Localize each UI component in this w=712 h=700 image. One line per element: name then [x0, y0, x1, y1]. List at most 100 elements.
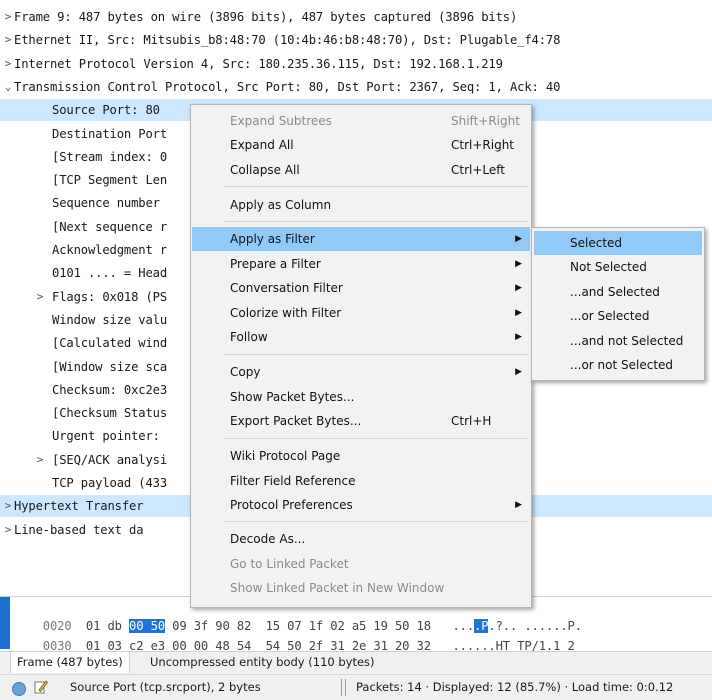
expand-down-icon[interactable]: ⌄: [3, 76, 13, 98]
bytes-tabs: Frame (487 bytes) Uncompressed entity bo…: [0, 651, 712, 674]
menu-item-wiki-protocol-page[interactable]: Wiki Protocol Page: [192, 444, 530, 468]
menu-item-follow[interactable]: Follow ▶: [192, 325, 530, 349]
menu-item-apply-as-filter[interactable]: Apply as Filter ▶: [192, 227, 530, 251]
menu-item-expand-all[interactable]: Expand All Ctrl+Right: [192, 133, 530, 157]
menu-item-copy[interactable]: Copy ▶: [192, 360, 530, 384]
tree-row-text: Window size valu: [52, 312, 167, 327]
tree-row-text: Source Port: 80: [52, 103, 160, 118]
menu-item-label: Prepare a Filter: [230, 257, 321, 271]
menu-item-label: Protocol Preferences: [230, 498, 353, 512]
menu-item-label: Show Packet Bytes...: [230, 390, 355, 404]
tree-row-text: Line-based text da: [14, 522, 144, 537]
submenu-item-label: ...or not Selected: [570, 358, 674, 372]
tree-row[interactable]: > Internet Protocol Version 4, Src: 180.2…: [0, 53, 712, 75]
tree-row-text: [TCP Segment Len: [52, 173, 167, 188]
menu-item-filter-field-reference[interactable]: Filter Field Reference: [192, 469, 530, 493]
menu-item-label: Expand Subtrees: [230, 114, 332, 128]
tab-uncompressed-entity-body[interactable]: Uncompressed entity body (110 bytes): [144, 652, 381, 673]
menu-item-shortcut: Ctrl+H: [451, 414, 492, 428]
edit-comment-icon[interactable]: [34, 679, 48, 695]
menu-item-go-to-linked-packet[interactable]: Go to Linked Packet: [192, 552, 530, 576]
expert-info-icon[interactable]: [12, 682, 26, 696]
submenu-item-and-selected[interactable]: ...and Selected: [534, 280, 702, 304]
bytes-pane-marker: [0, 597, 10, 649]
menu-item-shortcut: Ctrl+Left: [451, 163, 505, 177]
menu-item-shortcut: Shift+Right: [451, 114, 520, 128]
menu-item-expand-subtrees[interactable]: Expand Subtrees Shift+Right: [192, 109, 530, 133]
submenu-item-selected[interactable]: Selected: [534, 231, 702, 255]
menu-item-label: Follow: [230, 330, 268, 344]
chevron-right-icon[interactable]: >: [3, 53, 13, 75]
chevron-right-icon[interactable]: >: [3, 6, 13, 28]
tree-row[interactable]: ⌄ Transmission Control Protocol, Src Port…: [0, 76, 712, 98]
tree-row[interactable]: > Frame 9: 487 bytes on wire (3896 bits),…: [0, 6, 712, 28]
chevron-right-icon[interactable]: >: [35, 449, 45, 471]
apply-as-filter-submenu: Selected Not Selected ...and Selected ..…: [531, 227, 705, 381]
menu-item-label: Apply as Column: [230, 198, 332, 212]
chevron-right-icon[interactable]: >: [3, 495, 13, 517]
tree-row-text: Internet Protocol Version 4, Src: 180.23…: [14, 56, 503, 71]
hex-row[interactable]: 0030 01 03 c2 e3 00 00 48 54 54 50 2f 31…: [14, 619, 575, 653]
menu-item-label: Expand All: [230, 138, 294, 152]
tree-row-text: 0101 .... = Head: [52, 266, 167, 281]
tab-frame[interactable]: Frame (487 bytes): [10, 652, 130, 673]
submenu-item-label: ...or Selected: [570, 309, 650, 323]
menu-item-apply-as-column[interactable]: Apply as Column: [192, 193, 530, 217]
submenu-arrow-icon: ▶: [515, 234, 522, 244]
tree-row-text: Urgent pointer:: [52, 429, 160, 444]
menu-item-label: Collapse All: [230, 163, 300, 177]
menu-separator: [224, 438, 528, 439]
submenu-item-label: ...and not Selected: [570, 334, 684, 348]
tree-row-text: Hypertext Transfer: [14, 499, 144, 514]
submenu-item-or-not-selected[interactable]: ...or not Selected: [534, 353, 702, 377]
tree-row-text: Checksum: 0xc2e3: [52, 382, 167, 397]
tree-row-text: Frame 9: 487 bytes on wire (3896 bits), …: [14, 10, 518, 24]
tree-row[interactable]: > Ethernet II, Src: Mitsubis_b8:48:70 (10…: [0, 29, 712, 51]
submenu-arrow-icon: ▶: [515, 332, 522, 342]
menu-item-label: Decode As...: [230, 532, 306, 546]
menu-item-show-linked-packet-new-window[interactable]: Show Linked Packet in New Window: [192, 576, 530, 600]
tree-row-text: TCP payload (433: [52, 476, 167, 490]
submenu-item-not-selected[interactable]: Not Selected: [534, 255, 702, 279]
status-packet-counts: Packets: 14 · Displayed: 12 (85.7%) · Lo…: [356, 680, 674, 694]
menu-separator: [224, 221, 528, 222]
menu-item-collapse-all[interactable]: Collapse All Ctrl+Left: [192, 158, 530, 182]
chevron-right-icon[interactable]: >: [35, 286, 45, 308]
menu-item-protocol-preferences[interactable]: Protocol Preferences ▶: [192, 493, 530, 517]
status-field-info: Source Port (tcp.srcport), 2 bytes: [70, 680, 261, 694]
menu-item-label: Export Packet Bytes...: [230, 414, 362, 428]
menu-item-label: Apply as Filter: [230, 232, 315, 246]
menu-item-conversation-filter[interactable]: Conversation Filter ▶: [192, 276, 530, 300]
chevron-right-icon[interactable]: >: [3, 29, 13, 51]
submenu-item-label: Not Selected: [570, 260, 647, 274]
submenu-item-or-selected[interactable]: ...or Selected: [534, 304, 702, 328]
menu-item-prepare-a-filter[interactable]: Prepare a Filter ▶: [192, 252, 530, 276]
menu-item-label: Conversation Filter: [230, 281, 343, 295]
menu-item-export-packet-bytes[interactable]: Export Packet Bytes... Ctrl+H: [192, 409, 530, 433]
chevron-right-icon[interactable]: >: [3, 519, 13, 541]
submenu-item-label: ...and Selected: [570, 285, 660, 299]
menu-item-show-packet-bytes[interactable]: Show Packet Bytes...: [192, 385, 530, 409]
status-separator[interactable]: [341, 679, 346, 696]
context-menu: Expand Subtrees Shift+Right Expand All C…: [190, 104, 532, 608]
tree-row-text: Ethernet II, Src: Mitsubis_b8:48:70 (10:…: [14, 33, 561, 48]
tree-row-text: [Window size sca: [52, 359, 167, 374]
tree-row-text: [Calculated wind: [52, 336, 167, 351]
menu-item-label: Filter Field Reference: [230, 474, 356, 488]
menu-item-label: Wiki Protocol Page: [230, 449, 341, 463]
submenu-arrow-icon: ▶: [515, 500, 522, 510]
tree-row-text: [Checksum Status: [52, 406, 167, 421]
menu-separator: [224, 186, 528, 187]
submenu-item-label: Selected: [570, 236, 623, 250]
menu-item-label: Go to Linked Packet: [230, 557, 349, 571]
tree-row-text: [SEQ/ACK analysi: [52, 452, 167, 467]
menu-separator: [224, 521, 528, 522]
tree-row-text: Acknowledgment r: [52, 243, 167, 257]
submenu-item-and-not-selected[interactable]: ...and not Selected: [534, 329, 702, 353]
tree-row-text: Flags: 0x018 (PS: [52, 289, 167, 304]
tree-row-text: Transmission Control Protocol, Src Port:…: [14, 79, 561, 94]
menu-item-colorize-with-filter[interactable]: Colorize with Filter ▶: [192, 301, 530, 325]
menu-item-shortcut: Ctrl+Right: [451, 138, 515, 152]
submenu-arrow-icon: ▶: [515, 259, 522, 269]
menu-item-decode-as[interactable]: Decode As...: [192, 527, 530, 551]
